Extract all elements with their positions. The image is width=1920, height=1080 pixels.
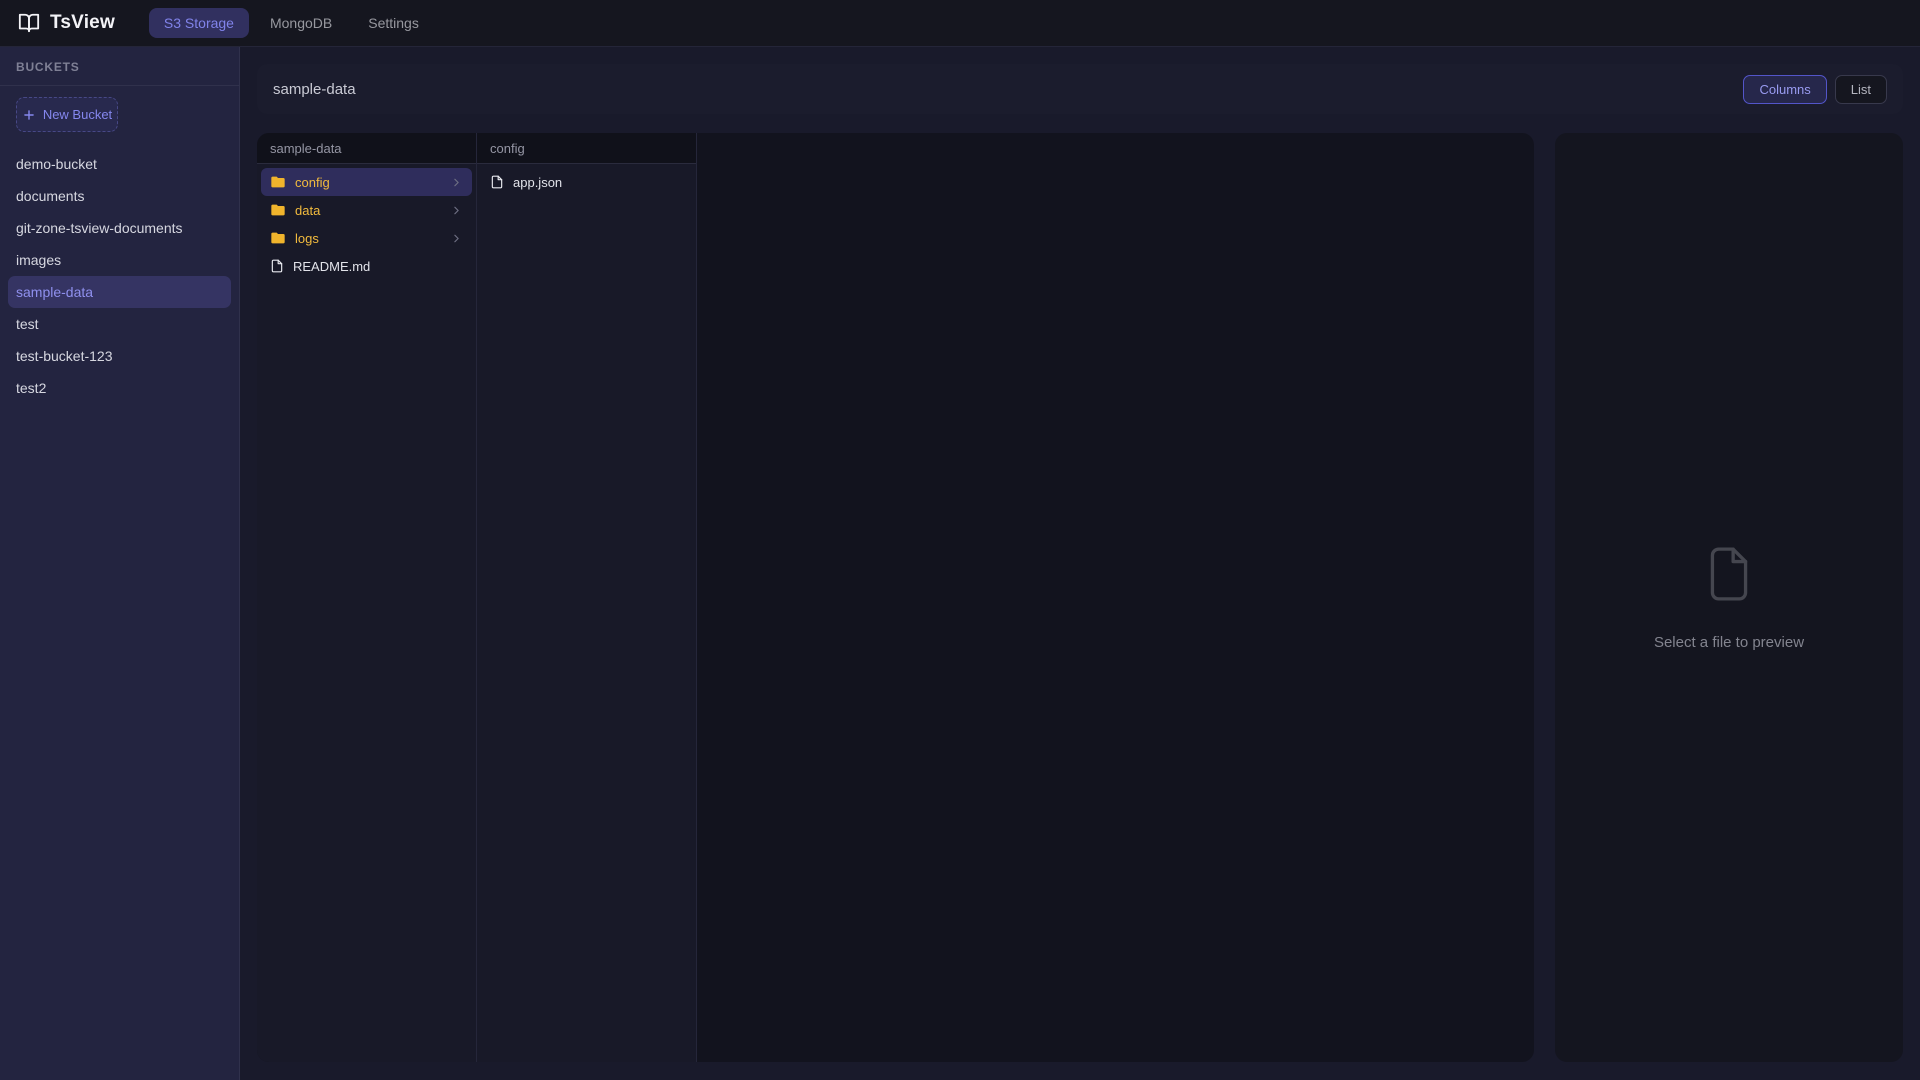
content-area: sample-data config data logs README.md config…	[257, 133, 1903, 1062]
fs-row-readme-md[interactable]: README.md	[261, 252, 472, 280]
fs-row-config[interactable]: config	[261, 168, 472, 196]
fs-item-name: config	[295, 174, 330, 190]
view-button-list[interactable]: List	[1834, 74, 1887, 104]
preview-placeholder-text: Select a file to preview	[1653, 633, 1805, 651]
fs-item-name: README.md	[293, 258, 371, 274]
main-area: sample-data Columns List sample-data confi…	[240, 47, 1920, 1080]
folder-icon	[270, 230, 286, 246]
view-button-columns[interactable]: Columns	[1743, 74, 1827, 104]
fs-item-name: logs	[295, 230, 319, 246]
sidebar-bucket-sample-data[interactable]: sample-data	[8, 276, 231, 308]
sidebar-bucket-git-zone-tsview-documents[interactable]: git-zone-tsview-documents	[8, 212, 231, 244]
file-icon	[490, 175, 504, 189]
current-bucket-title: sample-data	[273, 80, 356, 98]
nav-tab-mongodb[interactable]: MongoDB	[255, 8, 347, 38]
top-navbar: TsView S3 Storage MongoDB Settings	[0, 0, 1920, 47]
sidebar-bucket-images[interactable]: images	[8, 244, 231, 276]
book-open-icon	[18, 12, 40, 34]
view-toggle: Columns List	[1743, 74, 1887, 104]
sidebar-bucket-demo-bucket[interactable]: demo-bucket	[8, 148, 231, 180]
file-placeholder-icon	[1704, 545, 1754, 608]
bucket-list: demo-bucket documents git-zone-tsview-docu…	[0, 140, 239, 412]
chevron-right-icon	[450, 232, 463, 245]
bucket-header-bar: sample-data Columns List	[257, 64, 1903, 114]
nav-tab-settings[interactable]: Settings	[353, 8, 434, 38]
app-brand: TsView	[18, 12, 115, 34]
folder-icon	[270, 174, 286, 190]
fs-item-name: data	[295, 202, 321, 218]
fs-column-header-sample-data: sample-data	[257, 133, 476, 164]
sidebar-bucket-test2[interactable]: test2	[8, 372, 231, 404]
file-browser-columns-panel: sample-data config data logs README.md config…	[257, 133, 1534, 1062]
sidebar-bucket-test-bucket-123[interactable]: test-bucket-123	[8, 340, 231, 372]
buckets-section-label: BUCKETS	[0, 47, 239, 86]
fs-column-sample-data: sample-data config data logs README.md	[257, 133, 477, 1062]
fs-row-logs[interactable]: logs	[261, 224, 472, 252]
app-title: TsView	[50, 12, 115, 33]
new-bucket-button[interactable]: New Bucket	[16, 97, 118, 132]
sidebar-bucket-documents[interactable]: documents	[8, 180, 231, 212]
nav-tab-s3-storage[interactable]: S3 Storage	[148, 8, 249, 38]
fs-column-header-config: config	[477, 133, 696, 164]
plus-icon	[22, 108, 36, 122]
fs-row-app-json[interactable]: app.json	[481, 168, 692, 196]
new-bucket-label: New Bucket	[42, 107, 113, 122]
chevron-right-icon	[450, 176, 463, 189]
nav-tabs: S3 Storage MongoDB Settings	[148, 8, 434, 38]
buckets-sidebar: BUCKETS New Bucket demo-bucket documents g…	[0, 47, 240, 1080]
fs-list: app.json	[477, 164, 696, 200]
fs-column-config: config app.json	[477, 133, 697, 1062]
fs-item-name: app.json	[513, 174, 563, 190]
file-preview-panel: Select a file to preview	[1555, 133, 1903, 1062]
chevron-right-icon	[450, 204, 463, 217]
file-icon	[270, 259, 284, 273]
sidebar-bucket-test[interactable]: test	[8, 308, 231, 340]
fs-list: config data logs README.md	[257, 164, 476, 284]
folder-icon	[270, 202, 286, 218]
fs-row-data[interactable]: data	[261, 196, 472, 224]
